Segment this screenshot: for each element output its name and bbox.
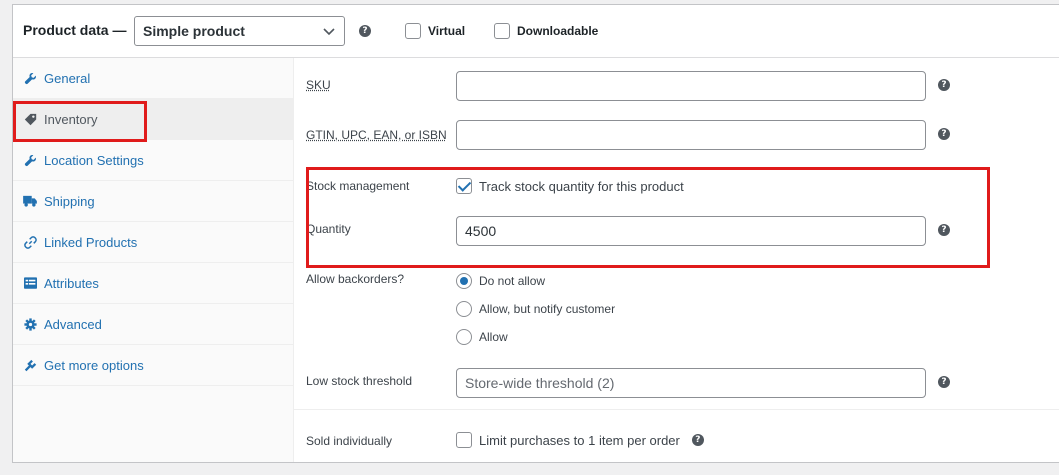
stock-management-label: Stock management <box>306 179 409 193</box>
stock-management-checkbox[interactable] <box>456 178 472 194</box>
downloadable-label: Downloadable <box>517 24 598 38</box>
wrench-icon <box>23 153 37 167</box>
help-icon[interactable]: ? <box>938 224 950 236</box>
sold-individually-label: Sold individually <box>306 434 392 448</box>
tab-attributes-label: Attributes <box>44 276 99 291</box>
stock-management-checkbox-label: Track stock quantity for this product <box>479 179 684 194</box>
gtin-label: GTIN, UPC, EAN, or ISBN <box>306 128 447 142</box>
help-icon[interactable]: ? <box>359 25 371 37</box>
radio-notify-label: Allow, but notify customer <box>479 302 615 316</box>
section-divider <box>294 409 1059 410</box>
quantity-input[interactable]: 4500 <box>456 216 926 246</box>
tab-linked-products[interactable]: Linked Products <box>13 222 293 263</box>
tab-general-label: General <box>44 71 90 86</box>
virtual-label: Virtual <box>428 24 465 38</box>
radio-allow[interactable] <box>456 329 472 345</box>
tab-linked-products-label: Linked Products <box>44 235 137 250</box>
tab-attributes[interactable]: Attributes <box>13 263 293 304</box>
help-icon[interactable]: ? <box>938 376 950 388</box>
product-data-header: Product data — Simple product ? Virtual … <box>13 5 1059 58</box>
tag-icon <box>23 112 37 126</box>
tab-get-more-options-label: Get more options <box>44 358 144 373</box>
help-icon[interactable]: ? <box>692 434 704 446</box>
tab-advanced-label: Advanced <box>44 317 102 332</box>
tab-shipping[interactable]: Shipping <box>13 181 293 222</box>
virtual-checkbox[interactable] <box>405 23 421 39</box>
tab-inventory-label: Inventory <box>44 112 97 127</box>
product-data-tabs: General Inventory Location Settings Ship… <box>13 58 294 462</box>
downloadable-checkbox[interactable] <box>494 23 510 39</box>
truck-icon <box>23 194 37 208</box>
backorders-option-allow[interactable]: Allow <box>456 329 508 345</box>
downloadable-checkbox-row[interactable]: Downloadable <box>494 23 598 39</box>
sku-input[interactable] <box>456 71 926 101</box>
inventory-panel: SKU ? GTIN, UPC, EAN, or ISBN ? Stock ma… <box>294 58 1059 462</box>
product-data-title: Product data — <box>23 22 126 38</box>
chevron-down-icon <box>322 24 336 38</box>
tab-inventory[interactable]: Inventory <box>13 99 293 140</box>
help-icon[interactable]: ? <box>938 128 950 140</box>
gtin-input[interactable] <box>456 120 926 150</box>
radio-allow-label: Allow <box>479 330 508 344</box>
sold-individually-checkbox-label: Limit purchases to 1 item per order <box>479 433 680 448</box>
radio-do-not-allow[interactable] <box>456 273 472 289</box>
wrench-icon <box>23 71 37 85</box>
backorders-label: Allow backorders? <box>306 272 404 286</box>
virtual-checkbox-row[interactable]: Virtual <box>405 23 465 39</box>
product-type-value: Simple product <box>143 23 245 39</box>
tab-shipping-label: Shipping <box>44 194 95 209</box>
plugin-icon <box>23 358 37 372</box>
help-icon[interactable]: ? <box>938 79 950 91</box>
tab-location-settings[interactable]: Location Settings <box>13 140 293 181</box>
low-stock-input[interactable]: Store-wide threshold (2) <box>456 368 926 398</box>
radio-do-not-allow-label: Do not allow <box>479 274 545 288</box>
link-icon <box>23 235 37 249</box>
backorders-option-do-not-allow[interactable]: Do not allow <box>456 273 545 289</box>
low-stock-label: Low stock threshold <box>306 374 412 388</box>
quantity-label: Quantity <box>306 222 351 236</box>
sold-individually-row[interactable]: Limit purchases to 1 item per order ? <box>456 432 704 448</box>
gear-icon <box>23 317 37 331</box>
backorders-option-notify[interactable]: Allow, but notify customer <box>456 301 615 317</box>
stock-management-row[interactable]: Track stock quantity for this product <box>456 178 684 194</box>
tab-advanced[interactable]: Advanced <box>13 304 293 345</box>
product-type-select[interactable]: Simple product <box>134 16 345 46</box>
radio-notify[interactable] <box>456 301 472 317</box>
sku-label: SKU <box>306 78 331 92</box>
sold-individually-checkbox[interactable] <box>456 432 472 448</box>
tab-get-more-options[interactable]: Get more options <box>13 345 293 386</box>
list-icon <box>23 276 37 290</box>
product-data-panel: Product data — Simple product ? Virtual … <box>12 4 1059 463</box>
tab-location-settings-label: Location Settings <box>44 153 144 168</box>
tab-general[interactable]: General <box>13 58 293 99</box>
